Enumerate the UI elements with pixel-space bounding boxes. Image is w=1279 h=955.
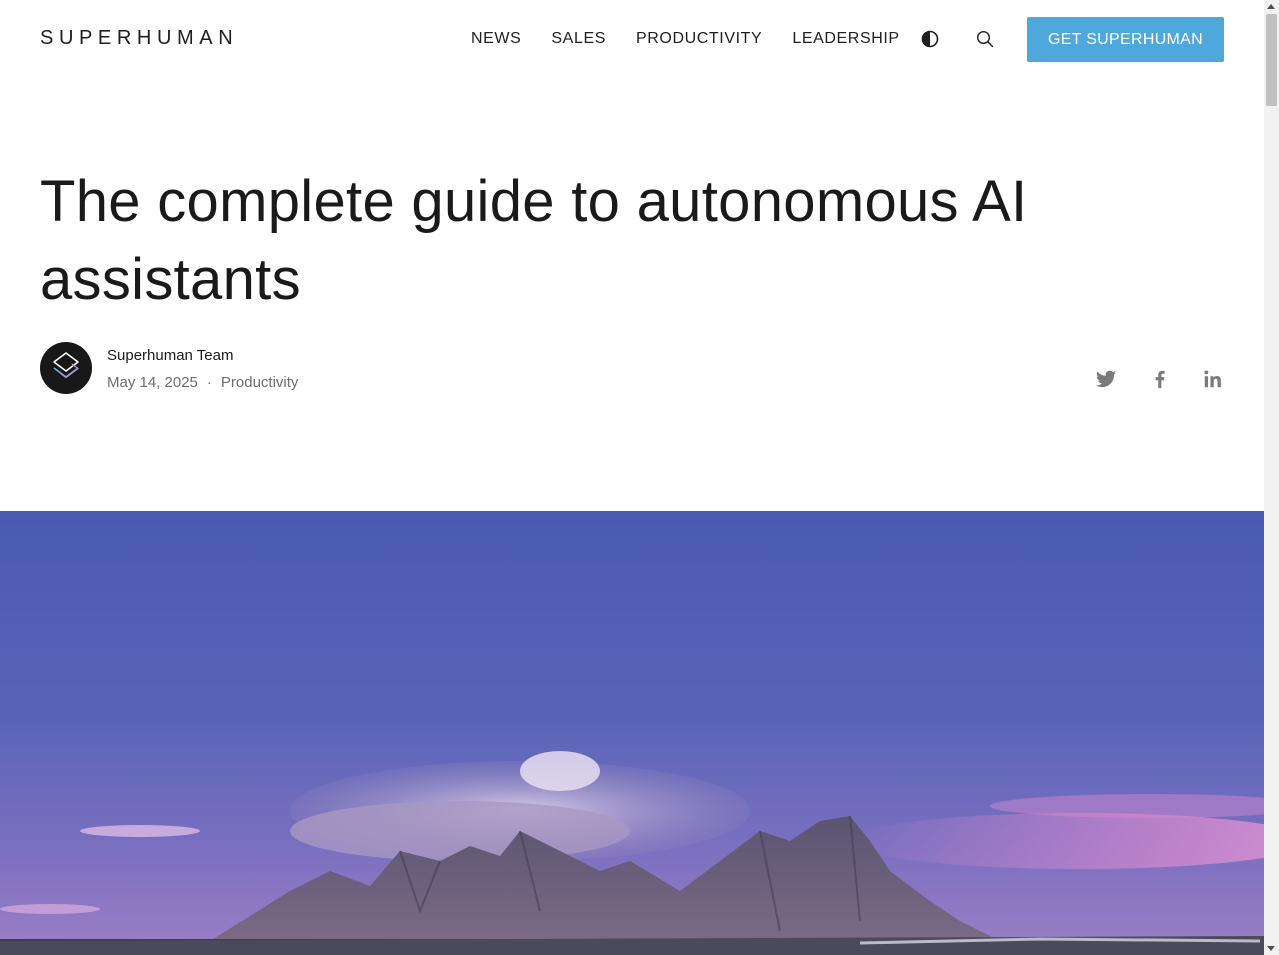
superhuman-mark-icon bbox=[53, 352, 79, 379]
article-meta: May 14, 2025 · Productivity bbox=[107, 374, 298, 391]
search-icon[interactable] bbox=[976, 30, 994, 48]
nav-item-productivity[interactable]: PRODUCTIVITY bbox=[636, 29, 762, 49]
linkedin-icon[interactable] bbox=[1202, 368, 1224, 390]
scroll-up-arrow-icon[interactable] bbox=[1267, 4, 1275, 9]
avatar[interactable] bbox=[40, 342, 92, 394]
mountain-landscape-image bbox=[0, 511, 1264, 955]
nav-item-news[interactable]: NEWS bbox=[471, 29, 521, 49]
scroll-down-arrow-icon[interactable] bbox=[1267, 946, 1275, 951]
site-header: SUPERHUMAN NEWS SALES PRODUCTIVITY LEADE… bbox=[0, 0, 1264, 80]
hero-image bbox=[0, 511, 1264, 955]
nav-item-sales[interactable]: SALES bbox=[551, 29, 606, 49]
main-nav: NEWS SALES PRODUCTIVITY LEADERSHIP bbox=[471, 29, 930, 49]
page: SUPERHUMAN NEWS SALES PRODUCTIVITY LEADE… bbox=[0, 0, 1264, 955]
article-title: The complete guide to autonomous AI assi… bbox=[40, 169, 1028, 312]
twitter-icon[interactable] bbox=[1095, 368, 1117, 390]
category-link[interactable]: Productivity bbox=[221, 374, 299, 391]
nav-item-leadership[interactable]: LEADERSHIP bbox=[792, 29, 899, 49]
get-superhuman-button[interactable]: GET SUPERHUMAN bbox=[1027, 17, 1224, 62]
contrast-icon[interactable] bbox=[921, 30, 939, 48]
superhuman-logo[interactable]: SUPERHUMAN bbox=[40, 27, 238, 50]
meta-separator: · bbox=[206, 374, 212, 391]
author-name[interactable]: Superhuman Team bbox=[107, 347, 233, 364]
publish-date: May 14, 2025 bbox=[107, 374, 198, 391]
facebook-icon[interactable] bbox=[1149, 368, 1171, 390]
scrollbar-thumb[interactable] bbox=[1266, 14, 1277, 106]
page-scrollbar[interactable] bbox=[1264, 0, 1279, 955]
